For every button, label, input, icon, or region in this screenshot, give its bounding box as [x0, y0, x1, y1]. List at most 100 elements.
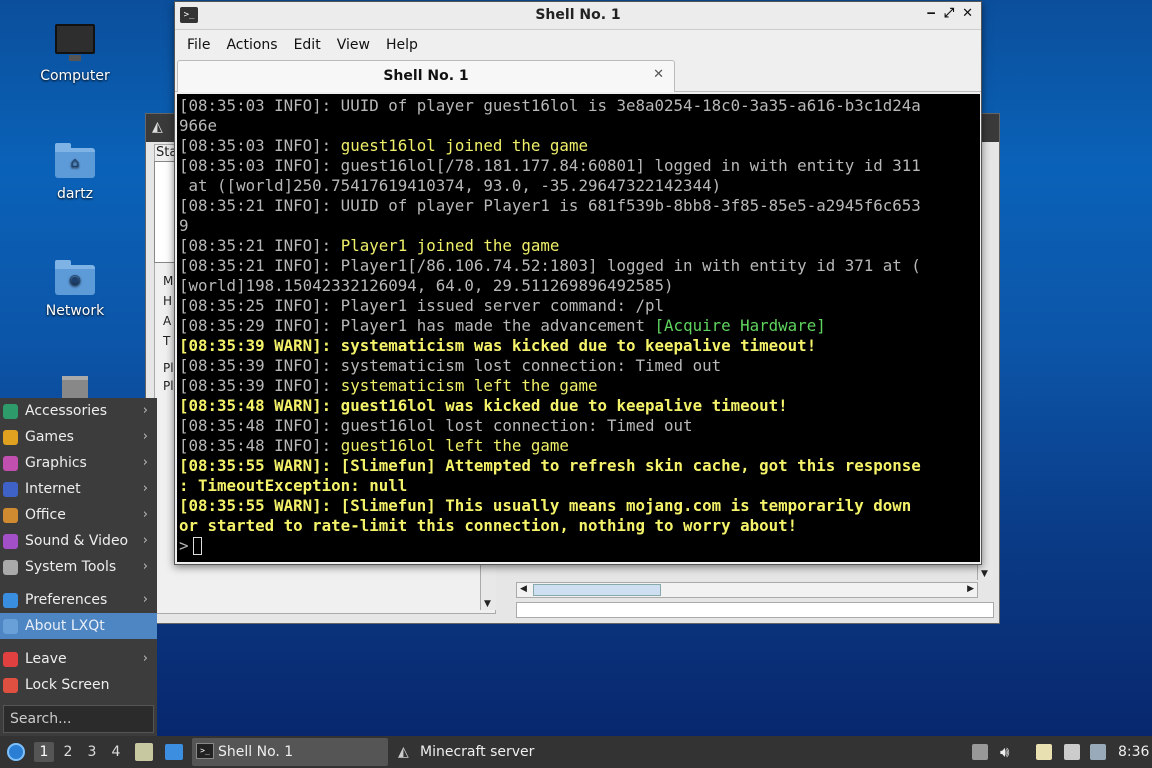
computer-icon [53, 22, 97, 62]
terminal-text-segment: [08:35:03 INFO]: UUID of player guest16l… [179, 96, 921, 115]
terminal-line: [08:35:48 WARN]: guest16lol was kicked d… [179, 396, 980, 416]
menu-edit[interactable]: Edit [286, 37, 329, 53]
desktop-switch-1[interactable]: 1 [34, 742, 54, 762]
task-minecraft-server[interactable]: ◭ Minecraft server [394, 738, 594, 766]
menu-file[interactable]: File [179, 37, 218, 53]
menu-item-sound-video[interactable]: Sound & Video › [0, 528, 157, 554]
close-button[interactable]: ✕ [962, 6, 973, 21]
internet-icon [3, 482, 18, 497]
terminal-text-segment: [08:35:03 INFO]: [179, 136, 341, 155]
menu-item-label: Leave [25, 651, 67, 667]
terminal-line: [08:35:21 INFO]: Player1 joined the game [179, 236, 980, 256]
show-desktop-icon[interactable] [164, 736, 184, 768]
chevron-right-icon: › [142, 533, 148, 548]
terminal-line: [08:35:25 INFO]: Player1 issued server c… [179, 296, 980, 316]
tab-close-icon[interactable]: ✕ [653, 67, 664, 82]
terminal-line: 966e [179, 116, 980, 136]
sound-video-icon [3, 534, 18, 549]
keyboard-icon[interactable] [972, 744, 988, 760]
terminal-line: [08:35:48 INFO]: guest16lol left the gam… [179, 436, 980, 456]
java-icon: ◭ [398, 744, 409, 760]
terminal-titlebar[interactable]: >_ Shell No. 1 ‒ ⤢ ✕ [175, 2, 981, 30]
accessories-icon [3, 404, 18, 419]
menu-item-lock-screen[interactable]: Lock Screen [0, 672, 157, 698]
desktop-icon-computer[interactable]: Computer [27, 22, 123, 84]
menu-item-games[interactable]: Games › [0, 424, 157, 450]
lock-icon [3, 678, 18, 693]
menu-item-leave[interactable]: Leave › [0, 646, 157, 672]
menu-help[interactable]: Help [378, 37, 426, 53]
terminal-output[interactable]: [08:35:03 INFO]: UUID of player guest16l… [177, 94, 980, 562]
chevron-right-icon: › [142, 455, 148, 470]
terminal-text-segment: Player1 joined the game [340, 236, 560, 255]
home-folder-icon: ⌂ [53, 140, 97, 180]
menu-item-internet[interactable]: Internet › [0, 476, 157, 502]
terminal-text-segment: [world]198.15042332126094, 64.0, 29.5112… [179, 276, 674, 295]
scrollbar-thumb[interactable] [533, 584, 661, 596]
terminal-text-segment: [08:35:55 WARN]: [Slimefun] This usually… [179, 496, 912, 515]
menu-item-office[interactable]: Office › [0, 502, 157, 528]
terminal-text-segment: [08:35:29 INFO]: Player1 has made the ad… [179, 316, 655, 335]
menu-item-system-tools[interactable]: System Tools › [0, 554, 157, 580]
file-manager-launcher-icon[interactable] [134, 736, 154, 768]
terminal-text-segment: [08:35:48 WARN]: guest16lol was kicked d… [179, 396, 788, 415]
volume-icon[interactable]: 🔊︎ [1000, 736, 1020, 768]
terminal-window[interactable]: >_ Shell No. 1 ‒ ⤢ ✕ File Actions Edit V… [174, 1, 982, 565]
desktop-switch-3[interactable]: 3 [82, 742, 102, 762]
menu-item-label: Preferences [25, 592, 108, 608]
terminal-line: [08:35:29 INFO]: Player1 has made the ad… [179, 316, 980, 336]
lxqt-logo-icon [7, 743, 25, 761]
terminal-text-segment: [08:35:21 INFO]: Player1[/86.106.74.52:1… [179, 256, 921, 275]
player-list-scrollbar[interactable]: ▼ [480, 564, 496, 610]
network-folder-icon: ◉ [53, 257, 97, 297]
tab-shell-1[interactable]: Shell No. 1 ✕ [177, 60, 675, 92]
java-icon: ◭ [152, 119, 163, 135]
menu-item-label: System Tools [25, 559, 117, 575]
clock[interactable]: 8:36 [1118, 736, 1149, 768]
desktop-icon-home-folder[interactable]: ⌂ dartz [27, 140, 123, 202]
menu-actions[interactable]: Actions [218, 37, 285, 53]
clipboard-icon[interactable] [1036, 744, 1052, 760]
main-menu-button[interactable] [4, 736, 28, 768]
terminal-line: at ([world]250.75417619410374, 93.0, -35… [179, 176, 980, 196]
terminal-prompt-line[interactable]: > [179, 536, 980, 556]
minimize-button[interactable]: ‒ [927, 6, 936, 21]
prompt-symbol: > [179, 536, 189, 555]
menu-item-preferences[interactable]: Preferences › [0, 587, 157, 613]
log-horizontal-scrollbar[interactable]: ◀ ▶ [516, 582, 978, 598]
menu-item-label: Lock Screen [25, 677, 110, 693]
desktop-icon-network[interactable]: ◉ Network [27, 257, 123, 319]
system-tools-icon [3, 560, 18, 575]
terminal-line: [08:35:21 INFO]: Player1[/86.106.74.52:1… [179, 256, 980, 276]
tab-bar: Shell No. 1 ✕ [175, 60, 981, 92]
chevron-right-icon: › [142, 481, 148, 496]
desktop-icon-label: dartz [56, 186, 94, 202]
games-icon [3, 430, 18, 445]
stat-label: H [163, 294, 173, 308]
menu-item-label: About LXQt [25, 618, 105, 634]
terminal-text-segment: 966e [179, 116, 218, 135]
menu-item-about-lxqt[interactable]: About LXQt [0, 613, 157, 639]
menu-search-input[interactable]: Search... [3, 705, 154, 733]
updates-icon[interactable] [1090, 744, 1106, 760]
network-tray-icon[interactable] [1064, 744, 1080, 760]
menu-item-label: Graphics [25, 455, 87, 471]
stat-label: T [163, 334, 171, 348]
desktop-icon-label: Computer [40, 68, 110, 84]
player-label: Pl [163, 379, 174, 393]
menu-item-accessories[interactable]: Accessories › [0, 398, 157, 424]
menu-item-graphics[interactable]: Graphics › [0, 450, 157, 476]
chevron-right-icon: › [142, 559, 148, 574]
terminal-text-segment: [08:35:39 INFO]: systematicism lost conn… [179, 356, 722, 375]
terminal-line: [08:35:55 WARN]: [Slimefun] Attempted to… [179, 456, 980, 476]
terminal-icon: >_ [196, 743, 214, 759]
desktop-switch-2[interactable]: 2 [58, 742, 78, 762]
start-menu: Accessories › Games › Graphics › Internet › Offi… [0, 398, 157, 736]
task-shell[interactable]: >_ Shell No. 1 [192, 738, 388, 766]
maximize-button[interactable]: ⤢ [944, 6, 954, 21]
terminal-line: [08:35:39 WARN]: systematicism was kicke… [179, 336, 980, 356]
command-input[interactable] [516, 602, 994, 618]
desktop-switch-4[interactable]: 4 [106, 742, 126, 762]
terminal-text-segment: [08:35:21 INFO]: UUID of player Player1 … [179, 196, 921, 215]
menu-view[interactable]: View [329, 37, 378, 53]
